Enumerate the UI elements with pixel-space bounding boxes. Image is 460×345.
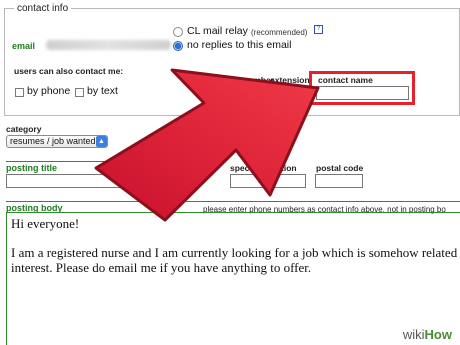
pointer-arrow-icon [94, 68, 320, 222]
watermark-how: How [424, 327, 452, 342]
wikihow-watermark: wikiHow [400, 327, 454, 342]
arrow-shape [94, 68, 320, 222]
watermark-wiki: wiki [402, 327, 425, 342]
